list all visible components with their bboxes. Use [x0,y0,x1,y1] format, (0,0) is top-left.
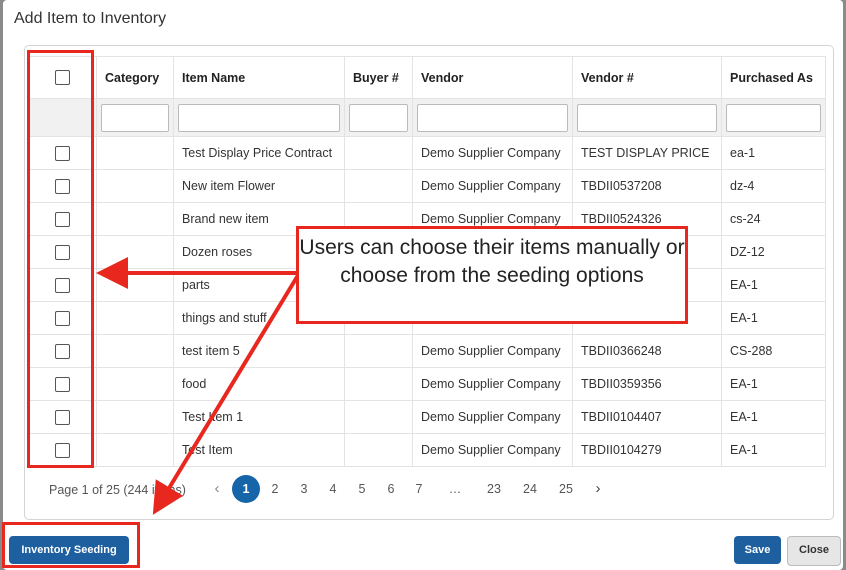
arrow-to-seeding-button [152,270,302,515]
annotation-callout: Users can choose their items manually or… [296,226,688,324]
